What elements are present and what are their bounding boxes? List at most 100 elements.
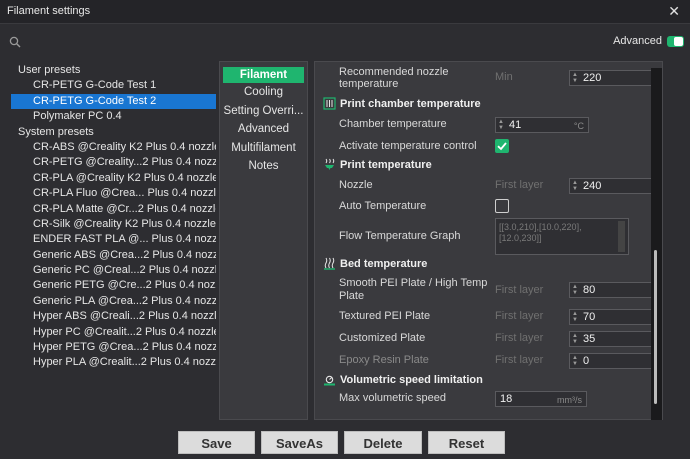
smooth-pei-temp-input[interactable]: ▲ ▼ 80: [569, 282, 653, 298]
spin-arrows-icon[interactable]: ▲ ▼: [572, 355, 578, 367]
activate-temp-control-label: Activate temperature control: [339, 140, 477, 152]
textarea-scrollbar[interactable]: [618, 221, 625, 252]
print-temp-section-header: Print temperature: [323, 158, 432, 171]
customized-first-layer-label: First layer: [495, 332, 544, 344]
recommended-nozzle-min-input[interactable]: ▲ ▼ 220: [569, 70, 653, 86]
smooth-pei-label-1: Smooth PEI Plate / High Temp: [339, 277, 488, 289]
settings-tabs: Filament Cooling Setting Overri... Advan…: [219, 61, 308, 420]
tab-notes[interactable]: Notes: [220, 157, 307, 176]
max-volumetric-label: Max volumetric speed: [339, 392, 446, 404]
textured-pei-temp-value: 70: [583, 311, 596, 323]
nozzle-temp-value: 240: [583, 180, 602, 192]
chamber-temp-value: 41: [509, 119, 522, 131]
chamber-temperature-icon: [323, 97, 336, 110]
chamber-section-title: Print chamber temperature: [340, 97, 481, 110]
textured-pei-temp-input[interactable]: ▲ ▼ 70: [569, 309, 653, 325]
recommended-nozzle-label-2: temperature: [339, 78, 399, 90]
customized-plate-temp-input[interactable]: ▲ ▼ 35: [569, 331, 653, 347]
nozzle-first-layer-label: First layer: [495, 179, 544, 191]
textured-pei-label: Textured PEI Plate: [339, 310, 431, 322]
title-bar: Filament settings ✕: [0, 0, 690, 24]
preset-item[interactable]: Polymaker PC 0.4: [11, 109, 216, 124]
flow-graph-value-line-2: [12.0,230]]: [499, 233, 542, 243]
tab-setting-overrides[interactable]: Setting Overri...: [220, 102, 307, 121]
settings-scrollbar-thumb[interactable]: [654, 250, 657, 404]
save-as-button[interactable]: SaveAs: [261, 431, 338, 454]
search-icon[interactable]: [9, 36, 21, 48]
preset-item[interactable]: Generic ABS @Crea...2 Plus 0.4 nozzle: [11, 248, 216, 263]
epoxy-plate-temp-input[interactable]: ▲ ▼ 0: [569, 353, 653, 369]
spin-arrows-icon[interactable]: ▲ ▼: [498, 119, 504, 131]
tab-cooling[interactable]: Cooling: [220, 83, 307, 102]
preset-item[interactable]: Generic PC @Creal...2 Plus 0.4 nozzle: [11, 263, 216, 278]
recommended-nozzle-label-1: Recommended nozzle: [339, 66, 449, 78]
max-volumetric-input[interactable]: 18 mm³/s: [495, 391, 587, 407]
preset-item[interactable]: Generic PLA @Crea...2 Plus 0.4 nozzle: [11, 294, 216, 309]
bed-temperature-icon: [324, 257, 335, 270]
tab-advanced[interactable]: Advanced: [220, 120, 307, 139]
preset-item[interactable]: CR-PETG @Creality...2 Plus 0.4 nozzle: [11, 155, 216, 170]
spin-arrows-icon[interactable]: ▲ ▼: [572, 180, 578, 192]
bed-section-header: Bed temperature: [323, 257, 427, 270]
preset-item[interactable]: CR-PLA @Creality K2 Plus 0.4 nozzle: [11, 171, 216, 186]
recommended-nozzle-min-value: 220: [583, 72, 602, 84]
tab-filament[interactable]: Filament: [223, 67, 304, 83]
spin-arrows-icon[interactable]: ▲ ▼: [572, 284, 578, 296]
smooth-pei-first-layer-label: First layer: [495, 284, 544, 296]
epoxy-first-layer-label: First layer: [495, 354, 544, 366]
preset-item[interactable]: CR-PLA Fluo @Crea... Plus 0.4 nozzle: [11, 186, 216, 201]
advanced-toggle-group: Advanced: [613, 35, 684, 47]
print-temp-section-title: Print temperature: [340, 158, 432, 171]
volumetric-section-header: Volumetric speed limitation: [323, 373, 483, 386]
close-icon[interactable]: ✕: [668, 3, 680, 20]
preset-list: User presets CR-PETG G-Code Test 1 CR-PE…: [11, 63, 216, 371]
nozzle-temp-input[interactable]: ▲ ▼ 240: [569, 178, 653, 194]
chamber-temp-label: Chamber temperature: [339, 118, 447, 130]
epoxy-plate-label: Epoxy Resin Plate: [339, 354, 429, 366]
smooth-pei-label-2: Plate: [339, 290, 365, 302]
volumetric-speed-icon: [324, 375, 335, 386]
bed-section-title: Bed temperature: [340, 257, 428, 270]
auto-temp-label: Auto Temperature: [339, 200, 427, 212]
settings-scrollbar[interactable]: [651, 68, 662, 420]
max-volumetric-unit: mm³/s: [557, 395, 582, 405]
preset-item[interactable]: CR-Silk @Creality K2 Plus 0.4 nozzle: [11, 217, 216, 232]
flow-graph-textarea[interactable]: [[3.0,210],[10.0,220], [12.0,230]]: [495, 218, 629, 255]
preset-item[interactable]: Hyper PLA @Crealit...2 Plus 0.4 nozzle: [11, 355, 216, 370]
smooth-pei-temp-value: 80: [583, 284, 596, 296]
preset-item[interactable]: CR-ABS @Creality K2 Plus 0.4 nozzle: [11, 140, 216, 155]
customized-plate-temp-value: 35: [583, 333, 596, 345]
delete-button[interactable]: Delete: [344, 431, 422, 454]
activate-temp-control-checkbox[interactable]: [495, 139, 509, 153]
chamber-temp-unit: °C: [573, 121, 584, 131]
auto-temp-checkbox[interactable]: [495, 199, 509, 213]
spin-arrows-icon[interactable]: ▲ ▼: [572, 72, 578, 84]
window-title: Filament settings: [7, 5, 91, 17]
settings-panel: Recommended nozzle temperature Min ▲ ▼ 22…: [314, 61, 663, 420]
customized-plate-label: Customized Plate: [339, 332, 426, 344]
preset-item-selected[interactable]: CR-PETG G-Code Test 2: [11, 93, 216, 110]
preset-item[interactable]: Hyper ABS @Creali...2 Plus 0.4 nozzle: [11, 309, 216, 324]
textured-pei-first-layer-label: First layer: [495, 310, 544, 322]
spin-arrows-icon[interactable]: ▲ ▼: [572, 333, 578, 345]
preset-item[interactable]: ENDER FAST PLA @... Plus 0.4 nozzle: [11, 232, 216, 247]
tab-multifilament[interactable]: Multifilament: [220, 139, 307, 158]
preset-item[interactable]: Hyper PETG @Crea...2 Plus 0.4 nozzle: [11, 340, 216, 355]
preset-item[interactable]: Hyper PC @Crealit...2 Plus 0.4 nozzle: [11, 325, 216, 340]
recommended-min-label: Min: [495, 71, 513, 83]
check-icon: [497, 142, 507, 151]
preset-item[interactable]: CR-PETG G-Code Test 1: [11, 78, 216, 93]
user-presets-header: User presets: [18, 64, 81, 76]
advanced-toggle[interactable]: [667, 35, 684, 47]
flow-graph-label: Flow Temperature Graph: [339, 230, 461, 242]
preset-item[interactable]: Generic PETG @Cre...2 Plus 0.4 nozzle: [11, 278, 216, 293]
preset-item[interactable]: CR-PLA Matte @Cr...2 Plus 0.4 nozzle: [11, 202, 216, 217]
spin-arrows-icon[interactable]: ▲ ▼: [572, 311, 578, 323]
max-volumetric-value: 18: [500, 393, 513, 405]
chamber-temp-input[interactable]: ▲ ▼ 41 °C: [495, 117, 589, 133]
reset-button[interactable]: Reset: [428, 431, 505, 454]
volumetric-section-title: Volumetric speed limitation: [340, 373, 483, 386]
flow-graph-value-line-1: [[3.0,210],[10.0,220],: [499, 222, 582, 232]
nozzle-temperature-icon: [325, 158, 335, 170]
save-button[interactable]: Save: [178, 431, 255, 454]
